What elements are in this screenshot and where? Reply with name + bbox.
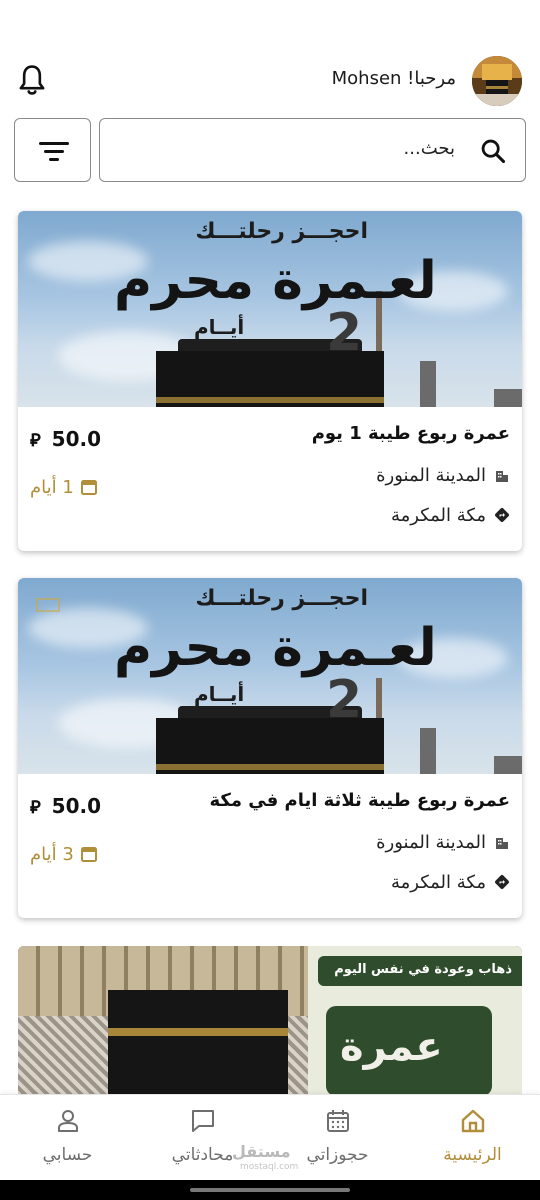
trip-image: احجـــز رحلتـــك لعـمرة محرم 2 أيــام <box>18 211 522 407</box>
trip-from: المدينة المنورة <box>376 465 510 486</box>
building-icon <box>496 471 508 482</box>
trip-card[interactable]: احجـــز رحلتـــك لعـمرة محرم 2 أيــام عم… <box>18 211 522 551</box>
to-city: مكة المكرمة <box>390 505 486 526</box>
directions-icon <box>495 508 509 522</box>
watermark: مستقل <box>232 1142 291 1161</box>
trip-duration: 3 أيام <box>30 844 98 865</box>
nav-account-label: حسابي <box>42 1145 93 1165</box>
duration-text: 1 أيام <box>30 477 74 498</box>
watermark-logo <box>36 598 60 612</box>
calendar-icon <box>80 480 97 495</box>
from-city: المدينة المنورة <box>376 465 486 486</box>
user-icon <box>57 1110 78 1132</box>
image-tagline: احجـــز رحلتـــك <box>195 586 368 611</box>
nav-home[interactable]: الرئيسية <box>405 1095 540 1181</box>
top-header: مرحبا! Mohsen <box>0 56 540 106</box>
currency-symbol: ⃁ <box>30 430 41 451</box>
trip-image: احجـــز رحلتـــك لعـمرة محرم 2 أيــام <box>18 578 522 774</box>
nav-home-label: الرئيسية <box>443 1145 502 1165</box>
greeting-text: مرحبا! Mohsen <box>331 68 456 89</box>
search-row: بحث... <box>14 118 526 182</box>
image-headline: عمرة <box>340 1024 443 1070</box>
search-input[interactable]: بحث... <box>99 118 526 182</box>
trip-card[interactable]: ذهاب وعودة في نفس اليوم عمرة <box>18 946 522 1096</box>
home-indicator[interactable] <box>190 1188 350 1192</box>
trip-to: مكة المكرمة <box>391 872 510 893</box>
trip-price: ⃁ 50.0 <box>30 794 101 818</box>
image-number: 2 <box>326 303 363 363</box>
image-days: أيــام <box>194 315 245 339</box>
trip-duration: 1 أيام <box>30 477 98 498</box>
image-headline: لعـمرة محرم <box>114 618 437 678</box>
nav-account[interactable]: حسابي <box>0 1095 135 1181</box>
kaaba-image <box>108 990 288 1096</box>
duration-text: 3 أيام <box>30 844 74 865</box>
avatar-image <box>472 56 522 106</box>
trip-title: عمرة ربوع طيبة 1 يوم <box>311 423 510 444</box>
filter-icon <box>39 142 69 161</box>
trip-from: المدينة المنورة <box>376 832 510 853</box>
image-headline: لعـمرة محرم <box>114 251 437 311</box>
home-icon <box>461 1109 484 1133</box>
image-tagline: ذهاب وعودة في نفس اليوم <box>334 962 512 977</box>
directions-icon <box>495 875 509 889</box>
image-days: أيــام <box>194 682 245 706</box>
trip-to: مكة المكرمة <box>391 505 510 526</box>
chat-icon <box>191 1110 214 1132</box>
trip-info: عمرة ربوع طيبة ثلاثة ايام في مكة ⃁ 50.0 … <box>18 774 522 918</box>
search-icon <box>481 139 506 164</box>
trip-info: عمرة ربوع طيبة 1 يوم ⃁ 50.0 المدينة المن… <box>18 407 522 551</box>
to-city: مكة المكرمة <box>390 872 486 893</box>
search-placeholder: بحث... <box>403 138 455 159</box>
from-city: المدينة المنورة <box>376 832 486 853</box>
price-value: 50.0 <box>51 794 102 818</box>
avatar[interactable] <box>472 56 522 106</box>
trip-price: ⃁ 50.0 <box>30 427 101 451</box>
price-value: 50.0 <box>51 427 102 451</box>
bell-icon[interactable] <box>16 64 48 98</box>
building-icon <box>496 838 508 849</box>
calendar-icon <box>326 1110 349 1132</box>
image-tagline: احجـــز رحلتـــك <box>195 219 368 244</box>
trip-card[interactable]: احجـــز رحلتـــك لعـمرة محرم 2 أيــام عم… <box>18 578 522 918</box>
image-number: 2 <box>326 670 363 730</box>
calendar-icon <box>80 847 97 862</box>
trip-title: عمرة ربوع طيبة ثلاثة ايام في مكة <box>209 790 510 811</box>
currency-symbol: ⃁ <box>30 797 41 818</box>
watermark-url: mostaql.com <box>240 1162 299 1172</box>
filter-button[interactable] <box>14 118 91 182</box>
